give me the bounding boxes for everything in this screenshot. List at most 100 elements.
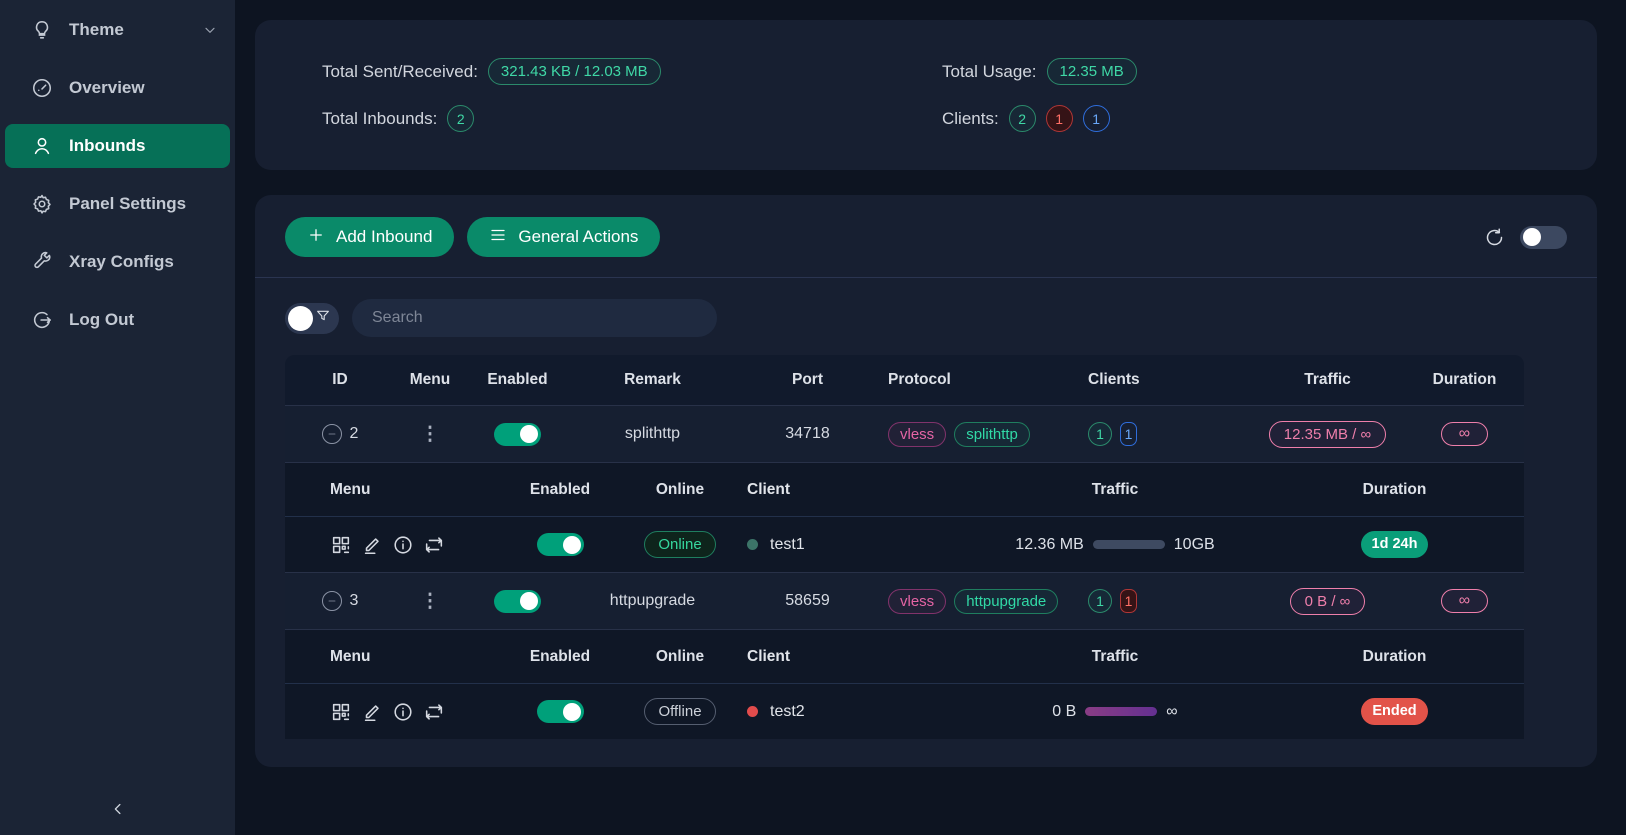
header-remark: Remark bbox=[570, 371, 735, 389]
reset-traffic-icon[interactable] bbox=[423, 701, 445, 723]
plus-icon bbox=[307, 226, 325, 249]
stats-card: Total Sent/Received: 321.43 KB / 12.03 M… bbox=[255, 20, 1597, 170]
bulb-icon bbox=[31, 19, 53, 41]
client-name: test1 bbox=[770, 536, 805, 554]
protocol-badge: vless bbox=[888, 589, 946, 614]
row-menu-icon[interactable]: ⋮ bbox=[421, 592, 440, 611]
sidebar-item-panel-settings[interactable]: Panel Settings bbox=[5, 182, 230, 226]
inbound-duration-badge: ∞ bbox=[1441, 589, 1488, 613]
inbound-row: 3 ⋮ httpupgrade 58659 vless httpupgrade … bbox=[285, 572, 1524, 629]
protocol-badge: vless bbox=[888, 422, 946, 447]
client-enabled-toggle[interactable] bbox=[537, 533, 584, 556]
sidebar-item-xray-configs[interactable]: Xray Configs bbox=[5, 240, 230, 284]
sidebar-collapse-button[interactable] bbox=[0, 800, 235, 823]
inbound-enabled-toggle[interactable] bbox=[494, 423, 541, 446]
reset-traffic-icon[interactable] bbox=[423, 534, 445, 556]
header-traffic: Traffic bbox=[1250, 371, 1405, 389]
sidebar-item-label: Panel Settings bbox=[69, 194, 186, 214]
online-status-badge: Online bbox=[644, 531, 715, 558]
inbound-id: 2 bbox=[350, 425, 359, 443]
client-online-count-badge: 1 bbox=[1120, 422, 1137, 446]
sidebar-item-label: Inbounds bbox=[69, 136, 145, 156]
client-enabled-toggle[interactable] bbox=[537, 700, 584, 723]
sidebar-item-label: Log Out bbox=[69, 310, 134, 330]
inbound-enabled-toggle[interactable] bbox=[494, 590, 541, 613]
online-status-badge: Offline bbox=[644, 698, 715, 725]
client-traffic-used: 12.36 MB bbox=[1015, 536, 1083, 554]
sidebar-item-logout[interactable]: Log Out bbox=[5, 298, 230, 342]
client-traffic-total: ∞ bbox=[1166, 703, 1177, 721]
sidebar-item-label: Xray Configs bbox=[69, 252, 174, 272]
add-inbound-button[interactable]: Add Inbound bbox=[285, 217, 454, 257]
client-status-dot bbox=[747, 706, 758, 717]
toggle-knob bbox=[563, 703, 581, 721]
inbound-row: 2 ⋮ splithttp 34718 vless splithttp 1 1 … bbox=[285, 405, 1524, 462]
stat-clients: Clients: 2 1 1 bbox=[942, 105, 1597, 132]
info-icon[interactable] bbox=[392, 534, 414, 556]
sidebar-item-inbounds[interactable]: Inbounds bbox=[5, 124, 230, 168]
toggle-knob bbox=[520, 425, 538, 443]
client-header-menu: Menu bbox=[285, 648, 495, 666]
client-header-enabled: Enabled bbox=[495, 481, 625, 499]
user-icon bbox=[31, 135, 53, 157]
inbound-traffic-badge: 0 B / ∞ bbox=[1290, 588, 1366, 615]
general-actions-button[interactable]: General Actions bbox=[467, 217, 660, 257]
chevron-down-icon bbox=[202, 22, 218, 38]
inbound-remark: httpupgrade bbox=[570, 592, 735, 610]
client-count-badge: 1 bbox=[1088, 589, 1112, 613]
stat-total-usage: Total Usage: 12.35 MB bbox=[942, 58, 1597, 85]
sidebar: Theme Overview Inbounds Panel Settings bbox=[0, 0, 235, 835]
inbounds-card: Add Inbound General Actions bbox=[255, 195, 1597, 767]
logout-icon bbox=[31, 309, 53, 331]
qrcode-icon[interactable] bbox=[330, 534, 352, 556]
info-icon[interactable] bbox=[392, 701, 414, 723]
client-header-traffic: Traffic bbox=[965, 648, 1265, 666]
client-header-enabled: Enabled bbox=[495, 648, 625, 666]
stat-label: Clients: bbox=[942, 109, 999, 129]
refresh-icon[interactable] bbox=[1484, 227, 1505, 248]
client-header-menu: Menu bbox=[285, 481, 495, 499]
filter-icon bbox=[315, 308, 331, 329]
clients-online-badge: 1 bbox=[1083, 105, 1110, 132]
header-clients: Clients bbox=[1080, 371, 1250, 389]
client-duration-badge: Ended bbox=[1361, 698, 1427, 725]
total-inbounds-badge: 2 bbox=[447, 105, 474, 132]
table-header-row: ID Menu Enabled Remark Port Protocol Cli… bbox=[285, 355, 1524, 405]
header-menu: Menu bbox=[395, 371, 465, 389]
client-header-duration: Duration bbox=[1265, 648, 1524, 666]
add-inbound-label: Add Inbound bbox=[336, 227, 432, 247]
toolbar-right bbox=[1484, 226, 1567, 249]
collapse-row-icon[interactable] bbox=[322, 424, 342, 444]
header-port: Port bbox=[735, 371, 880, 389]
stat-label: Total Sent/Received: bbox=[322, 62, 478, 82]
traffic-progress-bar bbox=[1093, 540, 1165, 549]
qrcode-icon[interactable] bbox=[330, 701, 352, 723]
sidebar-item-theme[interactable]: Theme bbox=[5, 8, 230, 52]
wrench-icon bbox=[31, 251, 53, 273]
row-menu-icon[interactable]: ⋮ bbox=[421, 425, 440, 444]
auto-refresh-toggle[interactable] bbox=[1520, 226, 1567, 249]
client-deactive-count-badge: 1 bbox=[1120, 589, 1137, 613]
search-row bbox=[255, 278, 1597, 355]
inbound-id: 3 bbox=[350, 592, 359, 610]
client-duration-badge: 1d 24h bbox=[1361, 531, 1429, 558]
edit-icon[interactable] bbox=[361, 701, 383, 723]
search-input[interactable] bbox=[352, 299, 717, 337]
app-root: Theme Overview Inbounds Panel Settings bbox=[0, 0, 1626, 835]
client-row: Offline test2 0 B ∞ Ended bbox=[285, 683, 1524, 739]
collapse-row-icon[interactable] bbox=[322, 591, 342, 611]
edit-icon[interactable] bbox=[361, 534, 383, 556]
sidebar-item-overview[interactable]: Overview bbox=[5, 66, 230, 110]
filter-toggle[interactable] bbox=[285, 303, 339, 334]
client-traffic-total: 10GB bbox=[1174, 536, 1215, 554]
client-name: test2 bbox=[770, 703, 805, 721]
client-header-client: Client bbox=[735, 648, 965, 666]
inbound-port: 58659 bbox=[735, 592, 880, 610]
inbound-port: 34718 bbox=[735, 425, 880, 443]
toggle-knob bbox=[520, 592, 538, 610]
toggle-knob bbox=[563, 536, 581, 554]
chevron-left-icon bbox=[109, 800, 127, 823]
stat-sent-received: Total Sent/Received: 321.43 KB / 12.03 M… bbox=[322, 58, 942, 85]
client-header-traffic: Traffic bbox=[965, 481, 1265, 499]
client-traffic-used: 0 B bbox=[1052, 703, 1076, 721]
